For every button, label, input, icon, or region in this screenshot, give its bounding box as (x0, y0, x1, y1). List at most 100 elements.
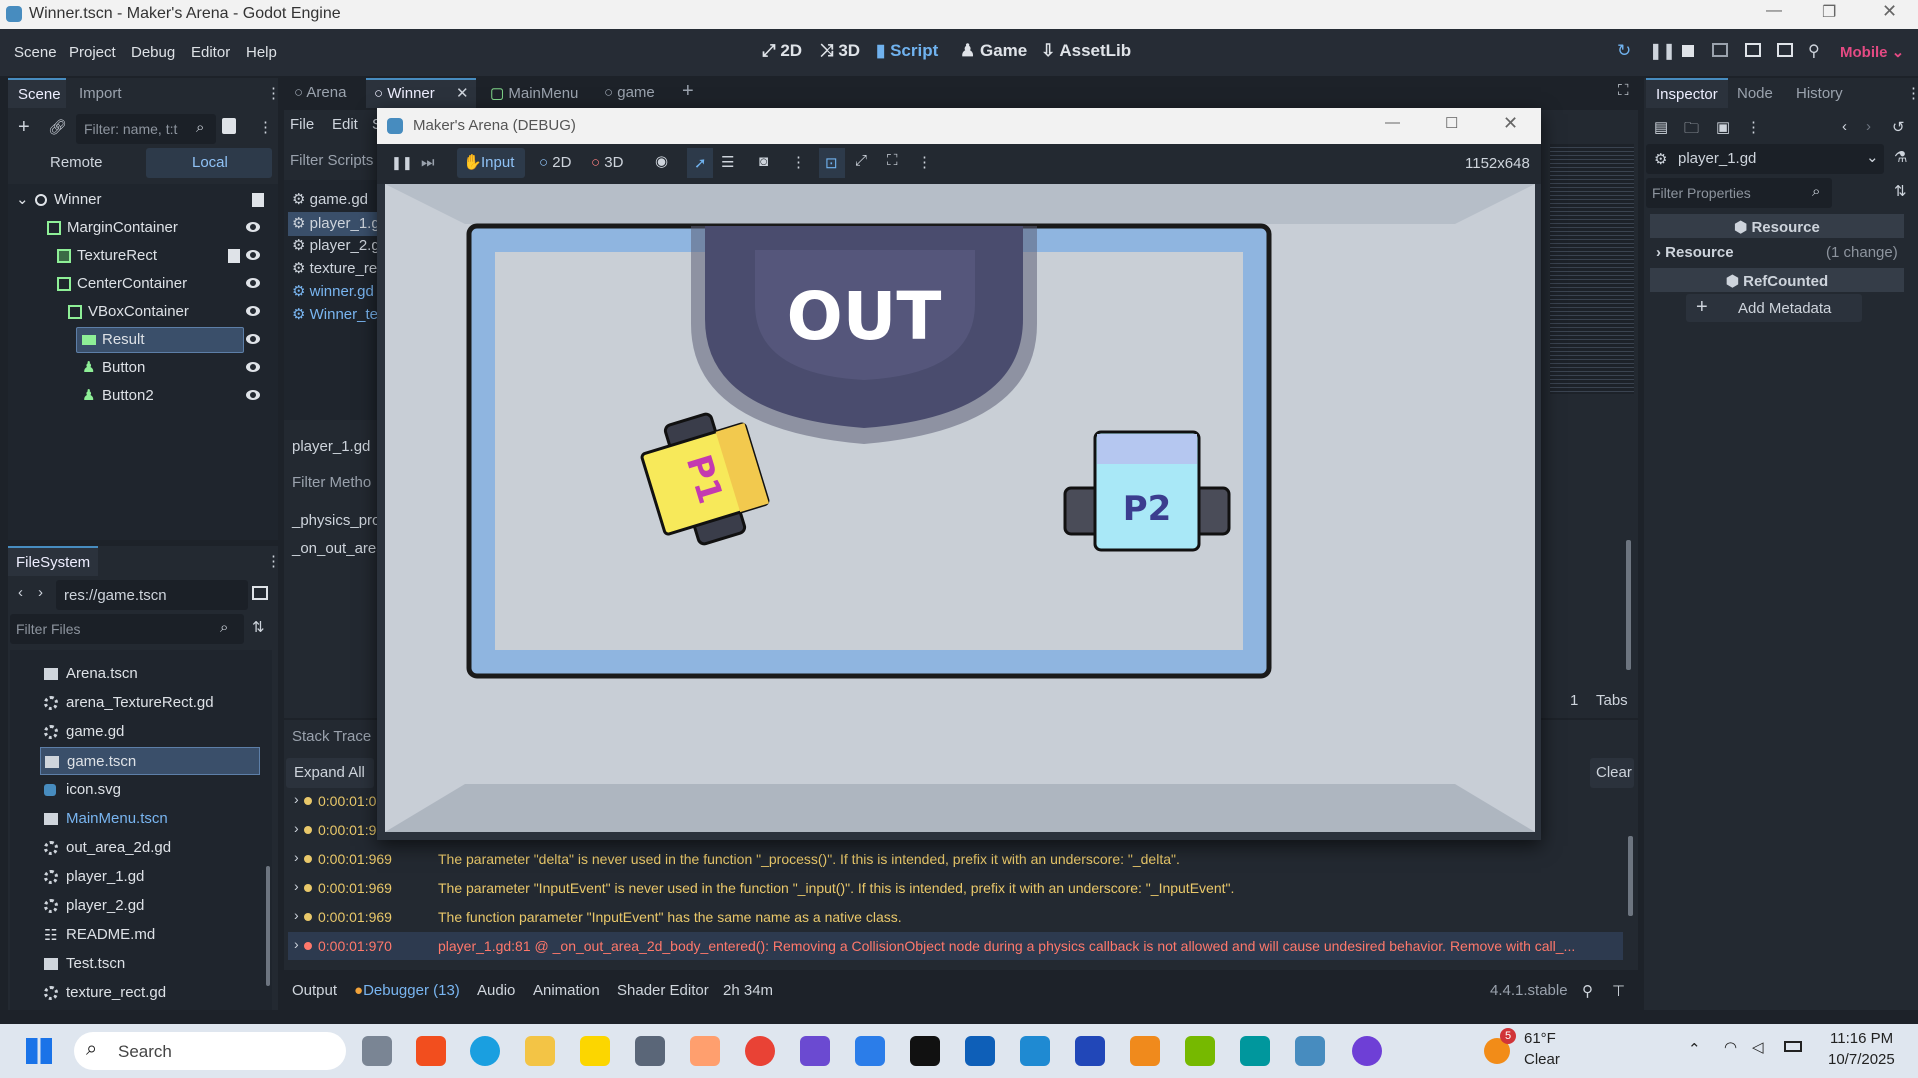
property-filter-input[interactable]: Filter Properties ⌕ (1646, 178, 1832, 208)
object-history-icon[interactable]: ↺ (1892, 118, 1905, 136)
file-item[interactable]: arena_TextureRect.gd (40, 689, 260, 717)
remote-debug-icon[interactable] (1712, 43, 1728, 57)
file-item[interactable]: MainMenu.tscn (40, 805, 260, 833)
back-icon[interactable]: ‹ (18, 584, 23, 601)
taskbar-search[interactable]: ⌕ Search (74, 1032, 346, 1070)
movie-maker-icon[interactable] (1745, 43, 1761, 57)
visibility-eye-icon[interactable] (246, 306, 260, 316)
input-toggle[interactable]: ✋ Input (457, 148, 525, 178)
script-item[interactable]: ⚙ game.gd (292, 190, 368, 208)
add-tab-icon[interactable]: + (682, 80, 694, 103)
section-header-refcounted[interactable]: ⬢ RefCounted (1650, 268, 1904, 292)
tree-node-texturerect[interactable]: TextureRect (10, 242, 272, 270)
task-view-icon[interactable] (362, 1036, 392, 1066)
path-field[interactable]: res://game.tscn (56, 580, 248, 610)
object-selector[interactable]: ⚙ player_1.gd ⌄ (1646, 144, 1884, 174)
stretch-icon[interactable]: ⤢ (855, 152, 867, 169)
figma-icon[interactable] (416, 1036, 446, 1066)
next-frame-button[interactable]: ⏭ (421, 154, 435, 171)
tab-output[interactable]: Output (292, 982, 337, 999)
dock-menu-icon[interactable]: ⋮ (266, 552, 281, 570)
close-button[interactable]: ✕ (1503, 113, 1518, 134)
code-scrollbar[interactable] (1626, 540, 1631, 670)
tab-node[interactable]: Node (1737, 85, 1773, 102)
expand-panel-icon[interactable]: ⊤ (1612, 982, 1625, 1000)
run-scene-icon[interactable] (1777, 43, 1793, 57)
tree-node-result[interactable]: Result (10, 326, 272, 354)
property-options-icon[interactable]: ⇅ (1894, 182, 1907, 200)
3d-toggle[interactable]: ○ 3D (591, 154, 623, 171)
workspace-game-button[interactable]: ♟ Game (960, 41, 1027, 61)
file-item[interactable]: Arena.tscn (40, 660, 260, 688)
tab-arena[interactable]: ○ Arena (294, 84, 346, 101)
calculator-icon[interactable] (635, 1036, 665, 1066)
forward-icon[interactable]: › (38, 584, 43, 601)
attach-script-icon[interactable] (222, 118, 236, 134)
tab-mainmenu[interactable]: ▢ MainMenu (490, 84, 578, 102)
log-entry[interactable]: › 0:00:01:969 The parameter "InputEvent" i… (288, 874, 1623, 902)
method-item[interactable]: _on_out_area (292, 540, 385, 557)
property-group-resource[interactable]: › Resource (1 change) (1650, 240, 1904, 264)
visibility-eye-icon[interactable] (246, 222, 260, 232)
script-item[interactable]: ⚙ winner.gd (292, 282, 374, 300)
script-menu-edit[interactable]: Edit (332, 116, 358, 133)
arduino-icon[interactable] (1240, 1036, 1270, 1066)
filter-scripts-input[interactable]: Filter Scripts (290, 152, 373, 169)
workspace-script-button[interactable]: ▮ Script (876, 41, 938, 61)
script-icon[interactable] (228, 249, 240, 263)
script-item[interactable]: ⚙ player_2.g (292, 236, 380, 254)
tabs-label[interactable]: Tabs (1596, 692, 1628, 709)
file-item-selected[interactable]: game.tscn (40, 747, 260, 775)
node-filter-input[interactable]: Filter: name, t:t ⌕ (76, 114, 216, 144)
tab-animation[interactable]: Animation (533, 982, 600, 999)
clock-time[interactable]: 11:16 PM (1830, 1030, 1893, 1047)
scene-menu-icon[interactable]: ⋮ (258, 118, 273, 136)
jetbrains-icon[interactable] (910, 1036, 940, 1066)
chrome-icon[interactable] (745, 1036, 775, 1066)
battery-icon[interactable] (1784, 1041, 1802, 1052)
log-entry-error[interactable]: › 0:00:01:970 player_1.gd:81 @ _on_out_are… (288, 932, 1623, 960)
distraction-free-icon[interactable]: ⛶ (1618, 82, 1629, 99)
more-icon[interactable]: ⋮ (1746, 118, 1761, 136)
windows-start-icon[interactable] (26, 1038, 52, 1064)
menu-debug[interactable]: Debug (131, 44, 175, 61)
workspace-assetlib-button[interactable]: ⇩ AssetLib (1041, 41, 1131, 61)
expand-all-button[interactable]: Expand All (286, 758, 374, 788)
visibility-eye-icon[interactable] (246, 278, 260, 288)
vscode-icon[interactable] (1020, 1036, 1050, 1066)
pause-button[interactable]: ❚❚ (391, 155, 413, 171)
clock-date[interactable]: 10/7/2025 (1828, 1051, 1895, 1068)
new-resource-icon[interactable]: ▤ (1654, 118, 1668, 136)
tab-import[interactable]: Import (79, 85, 122, 102)
sort-icon[interactable]: ⇅ (252, 618, 265, 636)
tab-inspector[interactable]: Inspector (1646, 78, 1728, 108)
history-back-icon[interactable]: ‹ (1842, 118, 1847, 135)
game-viewport[interactable]: OUT P1 P2 (385, 184, 1535, 832)
renderer-select[interactable]: Mobile ⌄ (1840, 43, 1904, 61)
pin-icon[interactable]: ⚲ (1582, 982, 1593, 1000)
menu-project[interactable]: Project (69, 44, 116, 61)
fusion-icon[interactable] (1130, 1036, 1160, 1066)
more-icon[interactable]: ⋮ (791, 153, 806, 171)
camera-icon[interactable]: ◙ (759, 153, 768, 170)
select-tool-icon[interactable]: ➚ (687, 148, 713, 178)
tab-shader-editor[interactable]: Shader Editor (617, 982, 709, 999)
debugger-scrollbar[interactable] (1628, 836, 1633, 916)
file-item[interactable]: Test.tscn (40, 950, 260, 978)
close-button[interactable]: ✕ (1882, 1, 1897, 22)
2d-toggle[interactable]: ○ 2D (539, 154, 571, 171)
reload-icon[interactable]: ↻ (1617, 41, 1631, 61)
filter-methods-input[interactable]: Filter Metho (292, 474, 371, 491)
chevron-up-icon[interactable]: ⌃ (1688, 1040, 1701, 1058)
github-icon[interactable] (1352, 1036, 1382, 1066)
tree-node-vboxcontainer[interactable]: VBoxContainer (10, 298, 272, 326)
method-item[interactable]: _physics_proc (292, 512, 388, 529)
snipping-tool-icon[interactable] (800, 1036, 830, 1066)
file-item[interactable]: player_2.gd (40, 892, 260, 920)
script-item[interactable]: ⚙ texture_re (292, 259, 377, 277)
dock-menu-icon[interactable]: ⋮ (1906, 84, 1918, 102)
minimize-button[interactable]: — (1385, 114, 1400, 131)
list-select-icon[interactable]: ☰ (721, 153, 734, 171)
file-filter-input[interactable]: Filter Files ⌕ (10, 614, 244, 644)
workspace-2d-button[interactable]: ⤢ 2D (762, 41, 802, 61)
